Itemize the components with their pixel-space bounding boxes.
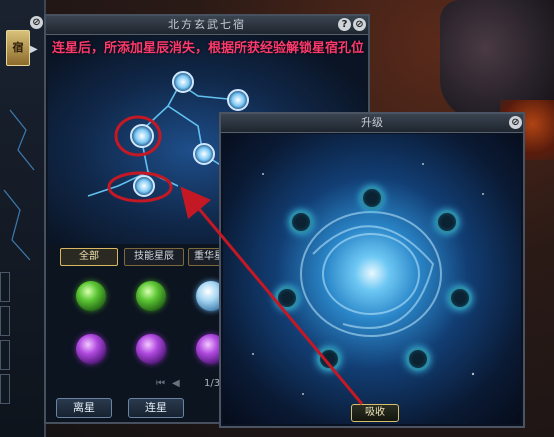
star-node-3 bbox=[130, 124, 154, 148]
annotation-text: 连星后，所添加星辰消失，根据所获经验解锁星宿孔位 bbox=[52, 41, 365, 56]
star-node-5 bbox=[133, 175, 155, 197]
star-item-green-1[interactable] bbox=[76, 281, 106, 311]
left-slot-2[interactable] bbox=[0, 306, 10, 336]
page-indicator: 1/3 bbox=[204, 378, 221, 389]
star-item-purple-1[interactable] bbox=[76, 334, 106, 364]
slot-2[interactable] bbox=[435, 210, 459, 234]
left-slot-1[interactable] bbox=[0, 272, 10, 302]
star-panel-title: 北方玄武七宿 bbox=[46, 16, 368, 35]
absorb-button[interactable]: 吸收 bbox=[351, 404, 399, 422]
star-panel-close-icon[interactable]: ⊘ bbox=[353, 18, 366, 31]
leave-star-button[interactable]: 离星 bbox=[56, 398, 112, 418]
slot-7[interactable] bbox=[289, 210, 313, 234]
upgrade-title: 升级 bbox=[221, 114, 523, 133]
left-side-panel: 宿 ▶ bbox=[0, 0, 46, 437]
left-constellation-lines bbox=[3, 109, 35, 261]
slot-5[interactable] bbox=[317, 347, 341, 371]
upgrade-panel: 升级 ⊘ 吸收 bbox=[219, 112, 525, 428]
star-node-1 bbox=[172, 71, 194, 93]
constellation-tab[interactable]: 宿 bbox=[6, 30, 30, 66]
help-icon[interactable]: ? bbox=[338, 18, 351, 31]
slot-1[interactable] bbox=[360, 186, 384, 210]
star-node-4 bbox=[193, 143, 215, 165]
tab-all[interactable]: 全部 bbox=[60, 248, 118, 266]
left-slot-4[interactable] bbox=[0, 374, 10, 404]
vortex-swirl bbox=[252, 163, 484, 395]
link-star-button[interactable]: 连星 bbox=[128, 398, 184, 418]
tab-skill-stars[interactable]: 技能星辰 bbox=[124, 248, 184, 266]
first-page-icon[interactable]: ⏮ bbox=[156, 378, 165, 389]
left-close-icon[interactable]: ⊘ bbox=[30, 16, 43, 29]
slot-3[interactable] bbox=[448, 286, 472, 310]
slot-4[interactable] bbox=[406, 347, 430, 371]
star-item-purple-2[interactable] bbox=[136, 334, 166, 364]
star-node-2 bbox=[227, 89, 249, 111]
upgrade-close-icon[interactable]: ⊘ bbox=[509, 116, 522, 129]
upgrade-vortex bbox=[223, 134, 521, 424]
prev-page-icon[interactable]: ◀ bbox=[172, 378, 180, 389]
slot-6[interactable] bbox=[275, 286, 299, 310]
star-item-green-2[interactable] bbox=[136, 281, 166, 311]
left-slot-3[interactable] bbox=[0, 340, 10, 370]
expand-arrow-icon[interactable]: ▶ bbox=[30, 44, 38, 55]
